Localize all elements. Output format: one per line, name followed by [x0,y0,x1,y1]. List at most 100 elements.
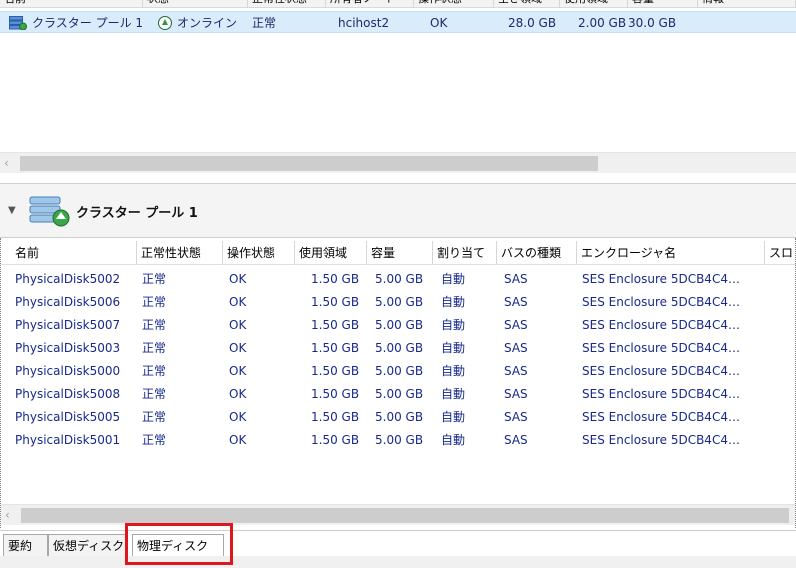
disk-name: PhysicalDisk5001 [15,433,121,447]
disk-op-status: OK [229,272,247,286]
table-row-pool[interactable]: クラスター プール 1 オンライン 正常 hcihost2 OK 28.0 GB… [0,11,796,33]
disk-health: 正常 [142,318,167,332]
disk-allocation: 自動 [441,433,466,447]
disk-bus-type: SAS [504,341,528,355]
disk-enclosure: SES Enclosure 5DCB4C4… [582,387,740,401]
disk-enclosure: SES Enclosure 5DCB4C4… [582,410,740,424]
scroll-left-icon[interactable]: ‹ [5,508,17,522]
table-row[interactable]: PhysicalDisk5005 正常 OK 1.50 GB 5.00 GB 自動 SAS S… [1,406,796,429]
online-status-icon [158,16,172,30]
disk-bus-type: SAS [504,387,528,401]
disk-allocation: 自動 [441,364,466,378]
scrollbar-thumb[interactable] [20,156,598,171]
column-header-used[interactable]: 使用領域 [560,0,628,8]
pool-list-panel: 名前 状態 正常性状態 所有者ノード 操作状態 空き領域 使用領域 容量 情報 … [0,0,796,176]
disk-capacity: 5.00 GB [375,272,424,286]
disk-capacity: 5.00 GB [375,410,424,424]
disk-horizontal-scrollbar[interactable]: ‹ [1,504,795,525]
column-header-capacity[interactable]: 容量 [628,0,698,8]
disk-name: PhysicalDisk5007 [15,318,121,332]
disk-used: 1.50 GB [311,433,360,447]
disk-name: PhysicalDisk5005 [15,410,121,424]
column-header-slot[interactable]: スロ [765,241,796,265]
table-row[interactable]: PhysicalDisk5008 正常 OK 1.50 GB 5.00 GB 自動 SAS S… [1,383,796,406]
disk-enclosure: SES Enclosure 5DCB4C4… [582,433,740,447]
disk-health: 正常 [142,295,167,309]
disk-allocation: 自動 [441,387,466,401]
column-header-name[interactable]: 名前 [11,241,137,265]
column-header-used[interactable]: 使用領域 [295,241,367,265]
disk-used: 1.50 GB [311,387,360,401]
column-header-info[interactable]: 情報 [698,0,796,8]
pool-horizontal-scrollbar[interactable]: ‹ [0,152,796,173]
scrollbar-thumb[interactable] [21,508,789,523]
column-header-health[interactable]: 正常性状態 [137,241,223,265]
pool-op-status: OK [430,16,448,30]
column-header-owner[interactable]: 所有者ノード [326,0,414,8]
disk-capacity: 5.00 GB [375,433,424,447]
column-header-op-status[interactable]: 操作状態 [223,241,295,265]
disk-name: PhysicalDisk5003 [15,341,121,355]
disk-name: PhysicalDisk5008 [15,387,121,401]
tab-summary[interactable]: 要約 [3,534,48,557]
disk-bus-type: SAS [504,272,528,286]
disk-bus-type: SAS [504,410,528,424]
physical-disk-panel: 名前 正常性状態 操作状態 使用領域 容量 割り当て バスの種類 エンクロージャ… [0,238,796,528]
scroll-left-icon[interactable]: ‹ [4,156,16,170]
disk-health: 正常 [142,433,167,447]
detail-pane-header: ▼ クラスター プール 1 [0,183,796,238]
column-header-free[interactable]: 空き領域 [494,0,560,8]
disk-allocation: 自動 [441,318,466,332]
column-header-enclosure[interactable]: エンクロージャ名 [577,241,765,265]
table-row[interactable]: PhysicalDisk5003 正常 OK 1.50 GB 5.00 GB 自動 SAS S… [1,337,796,360]
disk-health: 正常 [142,387,167,401]
disk-used: 1.50 GB [311,410,360,424]
disk-name: PhysicalDisk5000 [15,364,121,378]
disk-name: PhysicalDisk5002 [15,272,121,286]
disk-bus-type: SAS [504,295,528,309]
pool-capacity: 30.0 GB [628,16,677,30]
disk-health: 正常 [142,410,167,424]
disk-used: 1.50 GB [311,272,360,286]
disk-capacity: 5.00 GB [375,295,424,309]
table-row[interactable]: PhysicalDisk5006 正常 OK 1.50 GB 5.00 GB 自動 SAS S… [1,291,796,314]
tab-virtual-disks[interactable]: 仮想ディスク [48,534,128,557]
disk-capacity: 5.00 GB [375,387,424,401]
column-header-op-status[interactable]: 操作状態 [414,0,494,8]
disk-allocation: 自動 [441,272,466,286]
disk-health: 正常 [142,272,167,286]
disk-enclosure: SES Enclosure 5DCB4C4… [582,364,740,378]
pool-free: 28.0 GB [508,16,557,30]
table-row[interactable]: PhysicalDisk5000 正常 OK 1.50 GB 5.00 GB 自動 SAS S… [1,360,796,383]
disk-capacity: 5.00 GB [375,364,424,378]
column-header-health[interactable]: 正常性状態 [248,0,326,8]
disk-health: 正常 [142,364,167,378]
disk-used: 1.50 GB [311,318,360,332]
column-header-allocation[interactable]: 割り当て [433,241,497,265]
disk-health: 正常 [142,341,167,355]
column-header-capacity[interactable]: 容量 [367,241,433,265]
disk-op-status: OK [229,341,247,355]
disk-bus-type: SAS [504,318,528,332]
storage-pool-large-icon [29,196,70,227]
disk-op-status: OK [229,387,247,401]
column-header-status[interactable]: 状態 [143,0,248,8]
disk-enclosure: SES Enclosure 5DCB4C4… [582,295,740,309]
disk-capacity: 5.00 GB [375,341,424,355]
chevron-down-icon[interactable]: ▼ [8,206,18,216]
table-row[interactable]: PhysicalDisk5001 正常 OK 1.50 GB 5.00 GB 自動 SAS S… [1,429,796,452]
table-row[interactable]: PhysicalDisk5002 正常 OK 1.50 GB 5.00 GB 自動 SAS S… [1,268,796,291]
disk-op-status: OK [229,295,247,309]
disk-enclosure: SES Enclosure 5DCB4C4… [582,272,740,286]
disk-op-status: OK [229,433,247,447]
disk-enclosure: SES Enclosure 5DCB4C4… [582,318,740,332]
disk-enclosure: SES Enclosure 5DCB4C4… [582,341,740,355]
disk-bus-type: SAS [504,433,528,447]
table-row[interactable]: PhysicalDisk5007 正常 OK 1.50 GB 5.00 GB 自動 SAS S… [1,314,796,337]
disk-allocation: 自動 [441,410,466,424]
column-header-name[interactable]: 名前 [0,0,143,8]
disk-bus-type: SAS [504,364,528,378]
disk-table-header: 名前 正常性状態 操作状態 使用領域 容量 割り当て バスの種類 エンクロージャ… [1,241,796,265]
column-header-bus-type[interactable]: バスの種類 [497,241,577,265]
disk-op-status: OK [229,318,247,332]
